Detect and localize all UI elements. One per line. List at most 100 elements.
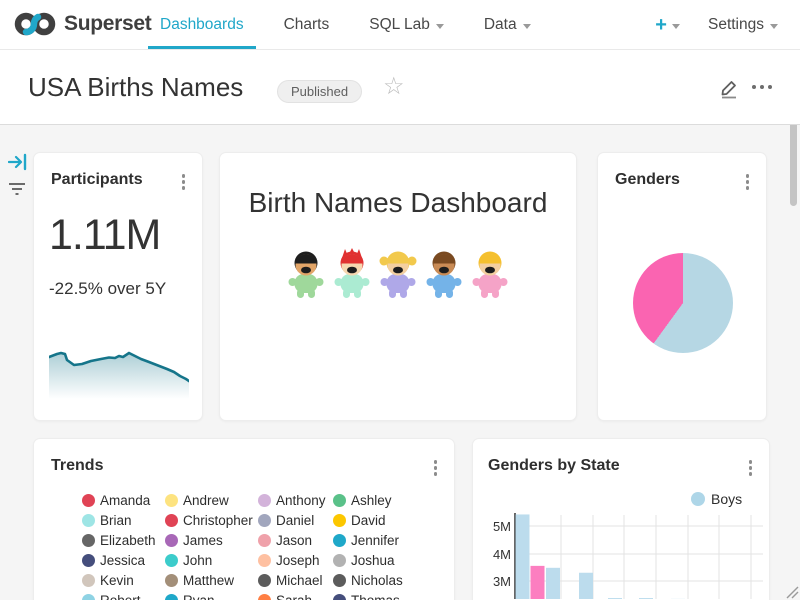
legend-dot [333,494,346,507]
legend-item-brian[interactable]: Brian [82,513,132,528]
legend-item-elizabeth[interactable]: Elizabeth [82,533,156,548]
legend-dot [165,574,178,587]
legend-dot [258,574,271,587]
legend-item-andrew[interactable]: Andrew [165,493,229,508]
nav-item-label: SQL Lab [369,16,430,34]
y-axis-tick: 4M [493,547,511,562]
kid-brown-hair-blue [423,248,465,300]
legend-dot [165,494,178,507]
legend-item-daniel[interactable]: Daniel [258,513,314,528]
legend-dot [333,594,346,600]
legend-label: Jessica [100,553,145,568]
legend-item-christopher[interactable]: Christopher [165,513,253,528]
legend-label: Amanda [100,493,150,508]
legend-label: James [183,533,223,548]
big-number-subheader: -22.5% over 5Y [49,279,166,299]
legend-dot [82,534,95,547]
kebab-menu-icon[interactable] [179,171,189,193]
plus-icon: + [655,15,667,35]
brand-name: Superset [64,12,151,36]
nav-item-label: Data [484,16,517,34]
card-genders: Genders [597,152,767,421]
legend-label: Daniel [276,513,314,528]
kids-illustration [220,248,576,300]
chevron-down-icon [770,24,778,29]
legend-dot [82,554,95,567]
legend-label: John [183,553,212,568]
legend-item-joseph[interactable]: Joseph [258,553,320,568]
bar-boys-5 [639,598,653,599]
legend-item-james[interactable]: James [165,533,223,548]
legend-item-kevin[interactable]: Kevin [82,573,134,588]
settings-menu[interactable]: Settings [708,16,778,34]
legend-item-ashley[interactable]: Ashley [333,493,392,508]
filter-funnel-icon[interactable] [7,181,27,197]
nav-item-charts[interactable]: Charts [284,0,330,50]
legend-item-jason[interactable]: Jason [258,533,312,548]
legend-label: Elizabeth [100,533,156,548]
edit-pencil-icon[interactable] [716,75,742,101]
card-title: Genders [615,171,680,189]
superset-brand[interactable]: Superset [14,10,151,38]
nav-item-sql-lab[interactable]: SQL Lab [369,0,444,50]
legend-item-ryan[interactable]: Ryan [165,593,215,600]
legend-dot [258,554,271,567]
kebab-menu-icon[interactable] [431,457,441,479]
legend-dot [258,594,271,600]
active-tab-underline [148,46,256,49]
legend-dot [258,494,271,507]
legend-dot [82,574,95,587]
big-number-value: 1.11M [49,211,160,260]
nav-item-label: Charts [284,16,330,34]
new-item-button[interactable]: + [655,15,680,35]
legend-item-nicholas[interactable]: Nicholas [333,573,403,588]
y-axis-tick: 3M [493,574,511,589]
favorite-star-icon[interactable]: ☆ [383,72,405,101]
legend-dot [82,594,95,600]
legend-item-anthony[interactable]: Anthony [258,493,326,508]
genders-by-state-bar-chart: 5M4M3M [473,439,769,599]
nav-item-data[interactable]: Data [484,0,531,50]
card-title: Trends [51,457,103,475]
legend-item-jessica[interactable]: Jessica [82,553,145,568]
card-trends: Trends Amanda Andrew Anthony Ashley Brian Chr… [33,438,455,600]
legend-item-jennifer[interactable]: Jennifer [333,533,399,548]
legend-item-matthew[interactable]: Matthew [165,573,234,588]
genders-pie-chart [633,253,733,353]
kid-red-hair-mint [331,248,373,300]
legend-dot [333,574,346,587]
legend-dot [165,594,178,600]
bar-boys-0 [516,514,530,599]
card-birth-names-dashboard: Birth Names Dashboard [219,152,577,421]
legend-item-thomas[interactable]: Thomas [333,593,400,600]
legend-label: Joseph [276,553,320,568]
card-participants: Participants 1.11M -22.5% over 5Y [33,152,203,421]
legend-item-david[interactable]: David [333,513,386,528]
legend-dot [333,514,346,527]
legend-label: Sarah [276,593,312,600]
legend-label: Thomas [351,593,400,600]
legend-label: Ryan [183,593,215,600]
legend-item-sarah[interactable]: Sarah [258,593,312,600]
dashboard-title: USA Births Names [28,72,243,103]
superset-dashboard-page: Superset Dashboards Charts SQL Lab Data + S… [0,0,800,600]
legend-dot [82,494,95,507]
bar-girls-1 [531,566,545,599]
legend-label: Jennifer [351,533,399,548]
legend-item-amanda[interactable]: Amanda [82,493,150,508]
legend-dot [333,534,346,547]
legend-label: Matthew [183,573,234,588]
legend-item-michael[interactable]: Michael [258,573,323,588]
markdown-heading: Birth Names Dashboard [220,187,576,219]
legend-item-john[interactable]: John [165,553,212,568]
legend-dot [165,514,178,527]
legend-item-joshua[interactable]: Joshua [333,553,395,568]
nav-item-dashboards[interactable]: Dashboards [160,0,244,50]
legend-label: David [351,513,386,528]
resize-handle-icon[interactable] [783,583,799,599]
more-actions-icon[interactable] [752,85,772,89]
kebab-menu-icon[interactable] [743,171,753,193]
expand-filter-panel-icon[interactable] [8,153,28,171]
published-badge[interactable]: Published [277,80,362,103]
legend-item-robert[interactable]: Robert [82,593,141,600]
